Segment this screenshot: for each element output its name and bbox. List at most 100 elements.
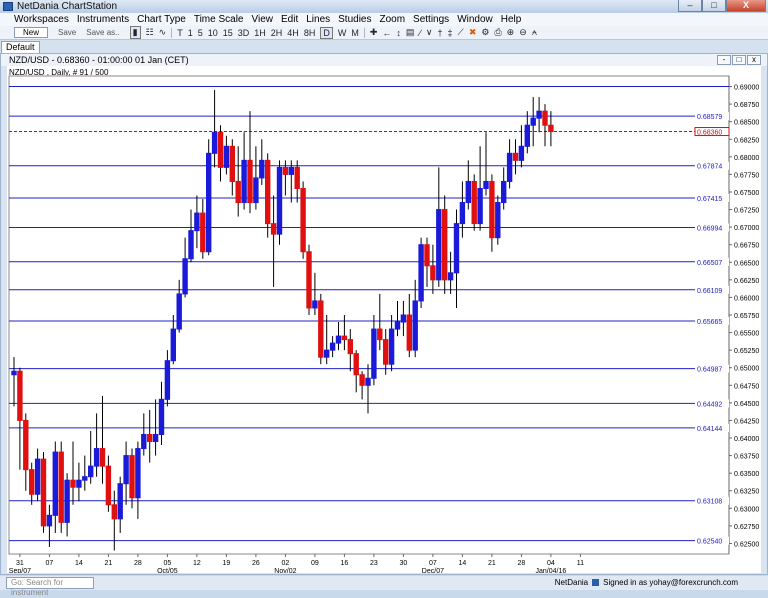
candle-up: [276, 166, 283, 235]
cursor-icon[interactable]: ←: [382, 28, 391, 38]
settings-icon[interactable]: ⚙: [481, 27, 489, 38]
candle-down: [347, 339, 354, 355]
zoom-fit-icon[interactable]: ▤: [406, 27, 415, 38]
menu-zoom[interactable]: Zoom: [379, 14, 405, 25]
timescale-w[interactable]: W: [338, 28, 347, 38]
timescale-4h[interactable]: 4H: [287, 28, 299, 38]
menu-workspaces[interactable]: Workspaces: [14, 14, 69, 25]
candle-down: [282, 166, 289, 175]
x-tick-label: 19: [223, 560, 231, 567]
timescale-8h[interactable]: 8H: [304, 28, 316, 38]
timescale-15[interactable]: 15: [223, 28, 233, 38]
candle-up: [123, 455, 129, 485]
timescale-m[interactable]: M: [351, 28, 359, 38]
menu-edit[interactable]: Edit: [281, 14, 298, 25]
save-as-button[interactable]: Save as..: [86, 28, 119, 37]
x-tick-label: 04: [547, 560, 555, 567]
y-tick-label: 0.66250: [734, 278, 759, 285]
window-title: NetDania ChartStation: [17, 1, 118, 12]
minimize-button[interactable]: –: [678, 0, 702, 12]
x-tick-label: 11: [577, 560, 584, 567]
candle-up: [365, 377, 371, 386]
print-icon[interactable]: ⎙: [494, 27, 501, 38]
timescale-1h[interactable]: 1H: [254, 28, 266, 38]
x-tick-label: 12: [193, 560, 201, 567]
y-tick-label: 0.63250: [734, 489, 759, 496]
x-tick-label: 23: [370, 560, 378, 567]
pitchfork-icon[interactable]: ‡: [448, 28, 453, 38]
timescale-t[interactable]: T: [177, 28, 183, 38]
x-month-label: Oct/05: [157, 568, 178, 573]
timescale-3d[interactable]: 3D: [238, 28, 250, 38]
move-icon[interactable]: ↕: [396, 28, 401, 38]
new-button[interactable]: New: [14, 27, 49, 38]
chart-plot[interactable]: NZD/USD , Daily, # 91 / 500 0.62500 0.627…: [7, 66, 761, 575]
trendline-icon[interactable]: ∕: [419, 28, 421, 38]
candle-down: [318, 300, 324, 358]
window-controls: – □ X: [678, 0, 766, 12]
tab-default[interactable]: Default: [1, 41, 40, 53]
delete-icon[interactable]: ✖: [469, 27, 477, 38]
channel-icon[interactable]: †: [438, 28, 443, 38]
timescale-2h[interactable]: 2H: [271, 28, 283, 38]
window-titlebar: NetDania ChartStation – □ X: [0, 0, 768, 13]
fibonacci-icon[interactable]: ∨: [426, 27, 433, 38]
status-right: NetDania Signed in as yohay@forexcrunch.…: [555, 578, 738, 587]
x-tick-label: 28: [134, 560, 142, 567]
zoom-out-icon[interactable]: ⊖: [519, 27, 527, 38]
menu-instruments[interactable]: Instruments: [77, 14, 129, 25]
candle-up: [88, 465, 94, 478]
chart-close-button[interactable]: x: [747, 55, 761, 65]
candle-up: [453, 223, 460, 274]
timescale-5[interactable]: 5: [198, 28, 203, 38]
menu-settings[interactable]: Settings: [413, 14, 449, 25]
timescale-10[interactable]: 10: [208, 28, 218, 38]
x-tick-label: 30: [400, 560, 408, 567]
x-tick-label: 21: [105, 560, 113, 567]
menu-studies[interactable]: Studies: [338, 14, 371, 25]
candle-down: [383, 339, 389, 365]
menu-help[interactable]: Help: [501, 14, 522, 25]
candle-down: [377, 328, 383, 341]
candle-up: [394, 321, 401, 330]
app-icon: [3, 2, 13, 11]
x-month-label: Dec/07: [422, 568, 444, 573]
candle-up: [412, 300, 418, 351]
chart-maximize-button[interactable]: □: [732, 55, 746, 65]
draw-line-icon[interactable]: ⟋: [458, 27, 464, 38]
crosshair-icon[interactable]: ✚: [370, 27, 378, 38]
candle-down: [70, 479, 76, 488]
candle-up: [495, 202, 501, 239]
candle-down: [200, 212, 206, 253]
maximize-button[interactable]: □: [702, 0, 726, 12]
line-label: 0.64987: [697, 367, 722, 374]
timescale-1[interactable]: 1: [188, 28, 193, 38]
menu-window[interactable]: Window: [457, 14, 493, 25]
y-tick-label: 0.62750: [734, 524, 759, 531]
save-button[interactable]: Save: [58, 28, 76, 37]
candle-down: [58, 451, 64, 523]
candle-down: [512, 152, 519, 161]
candlestick-icon[interactable]: ▮: [129, 26, 141, 39]
menu-view[interactable]: View: [251, 14, 273, 25]
menu-time-scale[interactable]: Time Scale: [194, 14, 244, 25]
instrument-search-input[interactable]: Go: Search for instrument: [6, 577, 94, 597]
bar-chart-icon[interactable]: ☷: [146, 27, 154, 38]
y-tick-label: 0.66500: [734, 260, 759, 267]
text-tool-icon[interactable]: ⍲: [532, 27, 537, 38]
workspace-tabs: Default: [0, 40, 768, 53]
menu-chart-type[interactable]: Chart Type: [137, 14, 186, 25]
candle-down: [235, 180, 241, 204]
timescale-d[interactable]: D: [320, 26, 333, 39]
y-tick-label: 0.67750: [734, 172, 759, 179]
close-button[interactable]: X: [726, 0, 766, 12]
candle-up: [11, 370, 17, 376]
line-label: 0.64144: [697, 426, 722, 433]
zoom-in-icon[interactable]: ⊕: [507, 27, 515, 38]
y-tick-label: 0.63750: [734, 454, 759, 461]
line-chart-icon[interactable]: ∿: [159, 27, 167, 38]
toolbar-divider: [171, 27, 173, 38]
chart-minimize-button[interactable]: -: [717, 55, 731, 65]
menu-lines[interactable]: Lines: [306, 14, 330, 25]
candlestick-chart[interactable]: NZD/USD , Daily, # 91 / 500 0.625000.627…: [7, 66, 761, 575]
